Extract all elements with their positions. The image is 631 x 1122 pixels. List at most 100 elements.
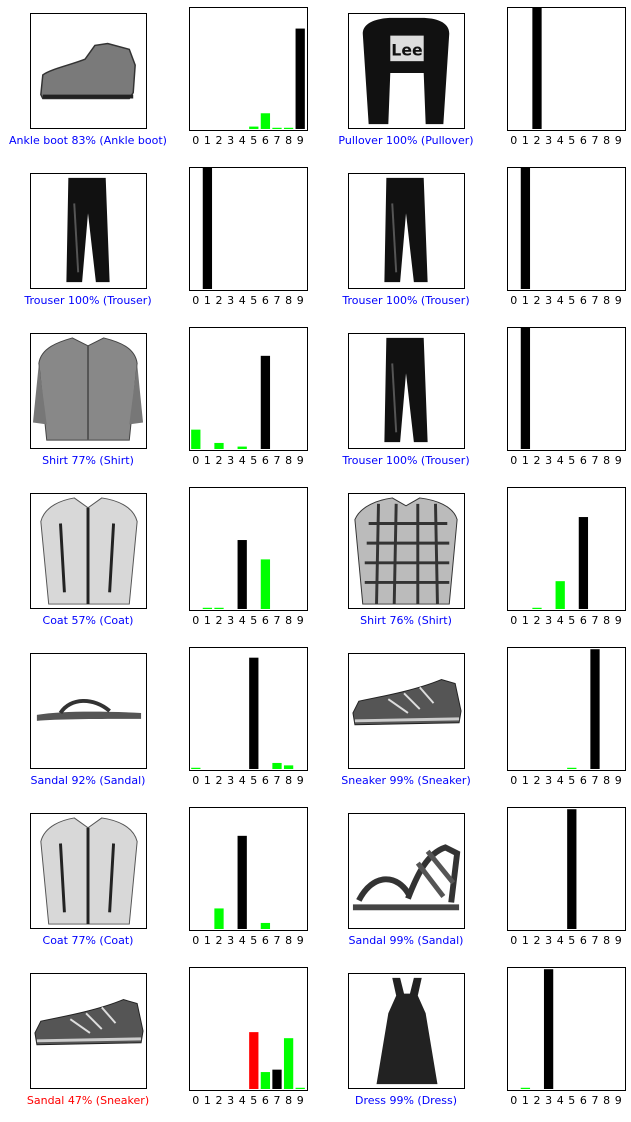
- x-tick-label: 0: [510, 614, 517, 627]
- x-tick-label: 0: [192, 454, 199, 467]
- x-tick-label: 2: [216, 774, 223, 787]
- x-tick-label: 5: [568, 1094, 575, 1107]
- x-tick-label: 1: [204, 454, 211, 467]
- x-tick-label: 0: [192, 614, 199, 627]
- x-tick-label: 6: [580, 614, 587, 627]
- x-tick-label: 1: [204, 294, 211, 307]
- prediction-caption: Trouser 100% (Trouser): [342, 454, 470, 467]
- x-tick-label: 1: [204, 134, 211, 147]
- x-tick-label: 9: [297, 454, 304, 467]
- prediction-caption: Shirt 76% (Shirt): [360, 614, 452, 627]
- bar-8: [283, 765, 294, 769]
- x-tick-label: 7: [274, 614, 281, 627]
- bar-chart-svg: 0123456789: [189, 807, 308, 947]
- probability-bar-chart: 0123456789: [189, 967, 308, 1107]
- bar-1: [202, 607, 213, 609]
- garment-image-shirt: [30, 333, 147, 449]
- x-tick-label: 7: [274, 934, 281, 947]
- x-tick-label: 4: [239, 934, 246, 947]
- x-tick-label: 5: [568, 774, 575, 787]
- x-tick-label: 2: [216, 614, 223, 627]
- bar-7: [272, 127, 282, 129]
- probability-bar-chart: 0123456789: [507, 7, 626, 147]
- bar-7: [272, 762, 282, 769]
- x-tick-label: 7: [274, 294, 281, 307]
- garment-image-sandal-strappy: [348, 813, 465, 929]
- plot-frame: [189, 807, 308, 931]
- probability-bar-chart: 0123456789: [507, 167, 626, 307]
- x-tick-label: 3: [545, 774, 552, 787]
- prediction-caption: Ankle boot 83% (Ankle boot): [9, 134, 167, 147]
- bar-chart-svg: 0123456789: [507, 647, 626, 787]
- garment-image-sneaker: [30, 973, 147, 1089]
- plot-frame: [507, 807, 626, 931]
- prediction-caption: Dress 99% (Dress): [355, 1094, 457, 1107]
- x-tick-label: 0: [510, 934, 517, 947]
- x-tick-label: 5: [568, 614, 575, 627]
- bar-0: [191, 767, 201, 769]
- prediction-caption: Coat 77% (Coat): [42, 934, 134, 947]
- x-tick-label: 4: [557, 774, 564, 787]
- bar-5: [249, 126, 259, 129]
- x-tick-label: 1: [204, 934, 211, 947]
- x-tick-label: 2: [534, 454, 541, 467]
- bar-1: [520, 1087, 531, 1089]
- x-tick-label: 6: [580, 774, 587, 787]
- x-tick-label: 5: [250, 1094, 257, 1107]
- x-tick-label: 4: [239, 294, 246, 307]
- x-tick-label: 6: [262, 134, 269, 147]
- bar-4: [237, 835, 247, 929]
- x-tick-label: 8: [285, 454, 292, 467]
- x-tick-label: 0: [192, 934, 199, 947]
- bar-chart-svg: 0123456789: [507, 327, 626, 467]
- bar-chart-svg: 0123456789: [507, 7, 626, 147]
- x-tick-label: 7: [274, 454, 281, 467]
- x-tick-label: 9: [297, 134, 304, 147]
- probability-bar-chart: 0123456789: [507, 487, 626, 627]
- x-tick-label: 0: [192, 294, 199, 307]
- bar-1: [202, 168, 213, 289]
- x-tick-label: 3: [545, 1094, 552, 1107]
- x-tick-label: 6: [262, 1094, 269, 1107]
- bar-chart-svg: 0123456789: [507, 487, 626, 627]
- x-tick-label: 4: [239, 614, 246, 627]
- bar-7: [590, 649, 600, 769]
- plot-frame: [507, 967, 626, 1091]
- bar-6: [260, 113, 271, 129]
- x-tick-label: 2: [534, 934, 541, 947]
- x-tick-label: 2: [216, 1094, 223, 1107]
- x-tick-label: 3: [545, 294, 552, 307]
- x-tick-label: 8: [285, 294, 292, 307]
- x-tick-label: 3: [545, 134, 552, 147]
- x-tick-label: 8: [603, 134, 610, 147]
- x-tick-label: 7: [274, 134, 281, 147]
- bar-6: [260, 355, 271, 449]
- bar-chart-svg: 0123456789: [189, 327, 308, 467]
- x-tick-label: 8: [603, 454, 610, 467]
- plot-frame: [189, 7, 308, 131]
- x-tick-label: 9: [615, 294, 622, 307]
- bar-chart-svg: 0123456789: [189, 487, 308, 627]
- x-tick-label: 1: [204, 774, 211, 787]
- bar-2: [214, 442, 224, 449]
- x-tick-label: 6: [580, 1094, 587, 1107]
- plot-frame: [189, 327, 308, 451]
- x-tick-label: 9: [615, 774, 622, 787]
- x-tick-label: 6: [580, 294, 587, 307]
- prediction-caption: Coat 57% (Coat): [42, 614, 134, 627]
- x-tick-label: 2: [216, 454, 223, 467]
- bar-5: [567, 809, 577, 929]
- bar-chart-svg: 0123456789: [507, 807, 626, 947]
- garment-image-trouser: [348, 333, 465, 449]
- probability-bar-chart: 0123456789: [189, 167, 308, 307]
- bar-4: [237, 540, 247, 609]
- x-tick-label: 8: [603, 774, 610, 787]
- probability-bar-chart: 0123456789: [189, 487, 308, 627]
- x-tick-label: 1: [522, 454, 529, 467]
- x-tick-label: 4: [557, 1094, 564, 1107]
- x-tick-label: 9: [615, 454, 622, 467]
- x-tick-label: 8: [285, 934, 292, 947]
- x-tick-label: 6: [262, 454, 269, 467]
- bar-chart-svg: 0123456789: [507, 167, 626, 307]
- x-tick-label: 1: [522, 774, 529, 787]
